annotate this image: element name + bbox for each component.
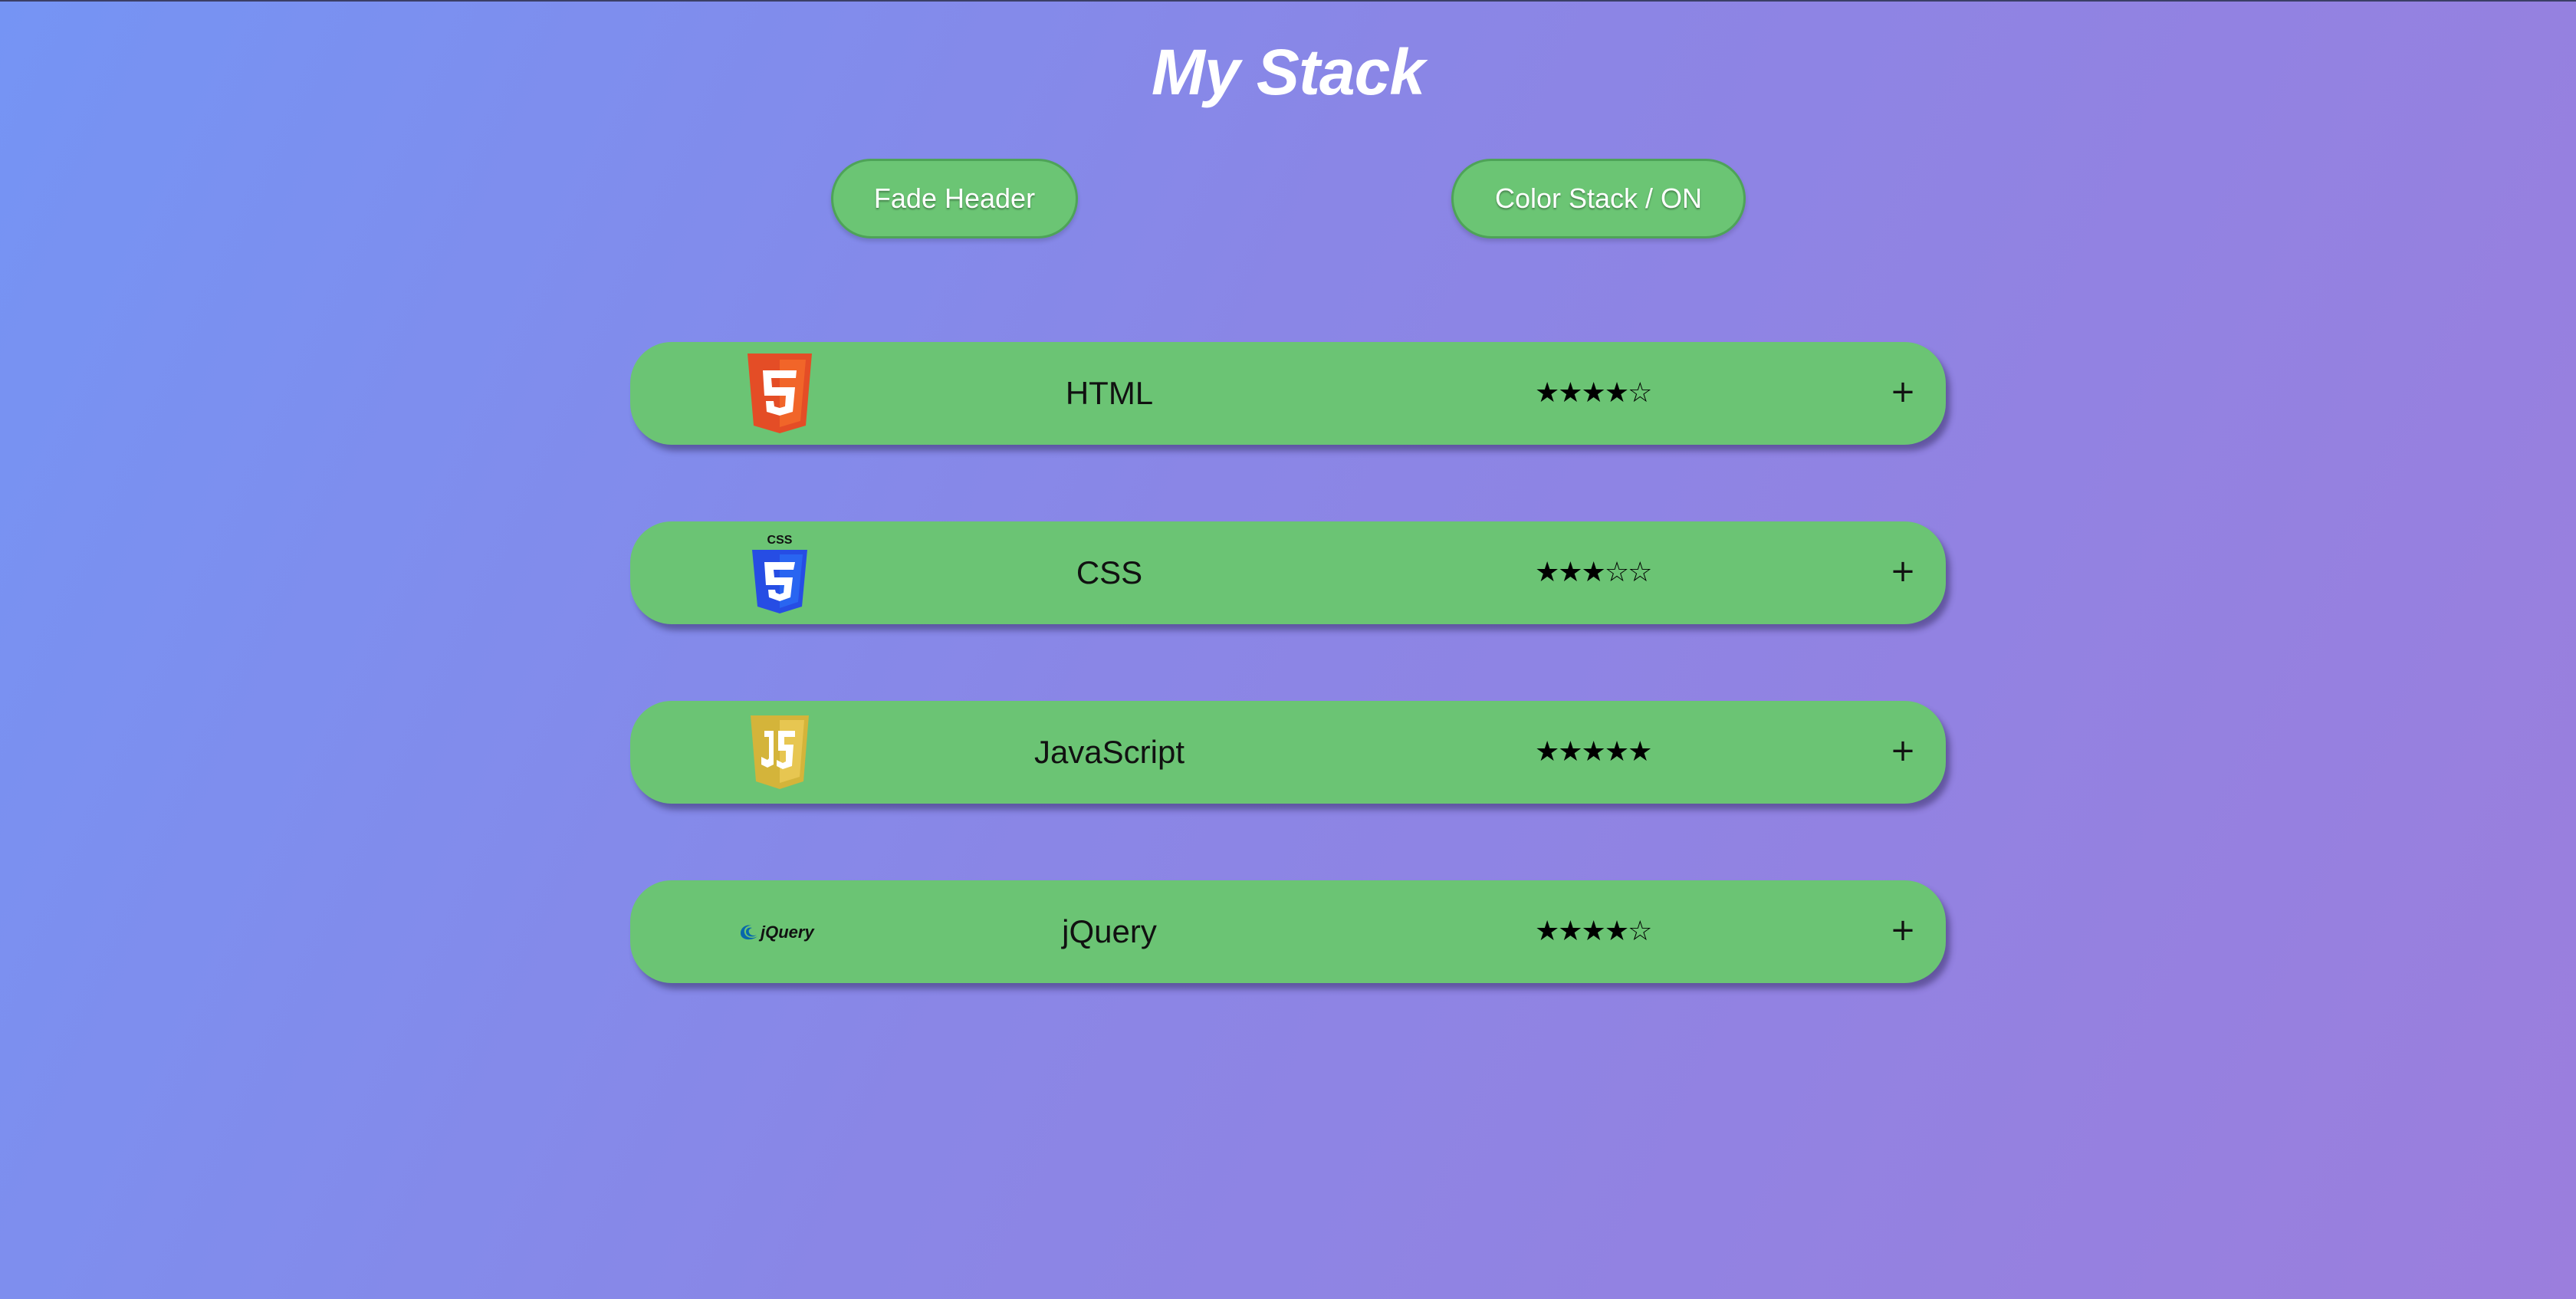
expand-plus-icon[interactable]: +	[1880, 880, 1926, 983]
rating-stars: ★★★★☆	[1535, 377, 1652, 409]
color-stack-toggle-button[interactable]: Color Stack / ON	[1451, 159, 1746, 238]
css3-icon: CSS	[722, 521, 837, 624]
stack-row-javascript: JavaScript ★★★★★ +	[630, 701, 1946, 804]
stack-row-jquery: jQuery jQuery ★★★★☆ +	[630, 880, 1946, 983]
jquery-icon: jQuery	[722, 880, 837, 983]
javascript-icon	[722, 701, 837, 804]
stack-name: HTML	[1065, 375, 1154, 411]
rating-stars: ★★★★☆	[1535, 916, 1652, 947]
stack-row-html: HTML ★★★★☆ +	[630, 342, 1946, 445]
expand-plus-icon[interactable]: +	[1880, 521, 1926, 624]
stack-name: JavaScript	[1033, 734, 1185, 770]
stack-row-css: CSS CSS ★★★☆☆ +	[630, 521, 1946, 624]
expand-plus-icon[interactable]: +	[1880, 342, 1926, 445]
rating-stars: ★★★★★	[1535, 736, 1652, 768]
expand-plus-icon[interactable]: +	[1880, 701, 1926, 804]
rating-stars: ★★★☆☆	[1535, 557, 1652, 588]
html5-icon	[722, 342, 837, 445]
css3-logo-text: CSS	[767, 534, 793, 547]
fade-header-button[interactable]: Fade Header	[831, 159, 1078, 238]
stack-name: jQuery	[1062, 913, 1157, 949]
page-title: My Stack	[1151, 36, 1425, 108]
stack-name: CSS	[1076, 554, 1143, 590]
jquery-logo-text: jQuery	[758, 922, 815, 942]
